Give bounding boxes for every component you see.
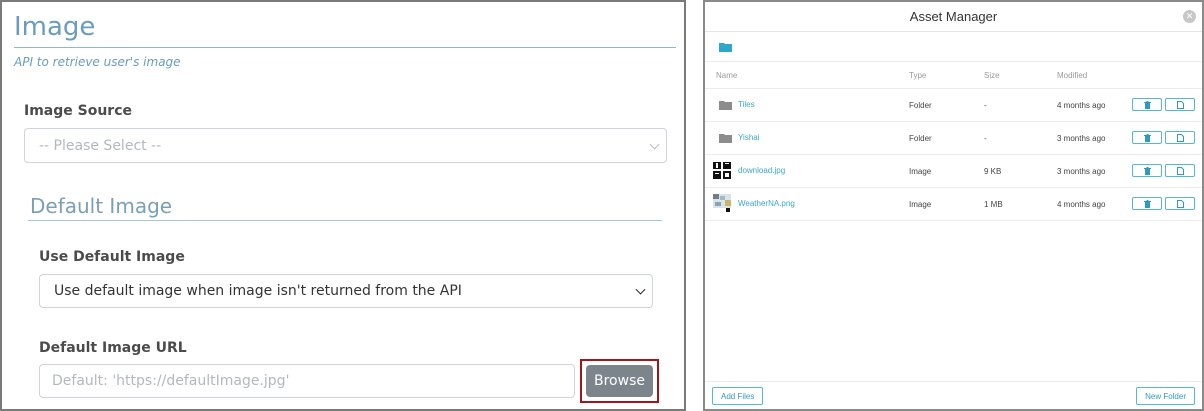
- asset-modified: 4 months ago: [1057, 101, 1106, 110]
- asset-manager-dialog: Asset Manager ✕ Name Type Size Modified …: [703, 0, 1204, 411]
- asset-modified: 3 months ago: [1057, 167, 1106, 176]
- delete-button[interactable]: [1132, 164, 1162, 177]
- trash-icon: [1144, 101, 1151, 109]
- folder-icon: [719, 101, 732, 110]
- asset-name-link[interactable]: Yishai: [738, 133, 760, 142]
- table-row: WeatherNA.png Image 1 MB 4 months ago: [705, 188, 1202, 221]
- file-icon: [1177, 101, 1184, 109]
- file-icon: [1177, 134, 1184, 142]
- use-default-image-label: Use Default Image: [39, 249, 185, 265]
- delete-button[interactable]: [1132, 197, 1162, 210]
- file-icon: [1177, 200, 1184, 208]
- asset-manager-header: Asset Manager ✕: [705, 2, 1202, 32]
- asset-name-link[interactable]: download.jpg: [738, 166, 785, 175]
- asset-name-link[interactable]: WeatherNA.png: [738, 199, 795, 208]
- folder-breadcrumb-bar: [705, 32, 1202, 62]
- title-divider: [14, 47, 676, 48]
- use-default-image-value: Use default image when image isn't retur…: [54, 283, 462, 299]
- asset-manager-title: Asset Manager: [909, 9, 998, 24]
- image-thumbnail-icon: [713, 194, 731, 212]
- browse-highlight: Browse: [580, 359, 659, 403]
- file-icon: [1177, 167, 1184, 175]
- page-subtitle: API to retrieve user's image: [14, 55, 181, 69]
- folder-icon: [719, 134, 732, 143]
- asset-name-link[interactable]: Tiles: [738, 100, 755, 109]
- asset-type: Folder: [909, 101, 932, 110]
- open-file-button[interactable]: [1165, 131, 1195, 144]
- page-title: Image: [14, 12, 96, 42]
- image-thumbnail-icon: [713, 161, 731, 179]
- asset-size: -: [984, 134, 987, 143]
- default-image-url-label: Default Image URL: [39, 340, 187, 356]
- asset-size: -: [984, 101, 987, 110]
- asset-manager-footer: Add Files New Folder: [705, 381, 1202, 409]
- column-header-type: Type: [909, 71, 927, 80]
- default-image-section-title: Default Image: [30, 194, 173, 218]
- asset-modified: 4 months ago: [1057, 200, 1106, 209]
- image-source-select[interactable]: -- Please Select --: [24, 128, 667, 163]
- default-image-url-input[interactable]: [39, 364, 575, 398]
- column-header-size: Size: [984, 71, 1000, 80]
- add-files-button[interactable]: Add Files: [712, 387, 764, 405]
- open-file-button[interactable]: [1165, 197, 1195, 210]
- asset-type: Folder: [909, 134, 932, 143]
- browse-button[interactable]: Browse: [586, 365, 653, 397]
- table-header: Name Type Size Modified: [705, 62, 1202, 89]
- trash-icon: [1144, 200, 1151, 208]
- asset-size: 9 KB: [984, 167, 1002, 176]
- image-settings-panel: Image API to retrieve user's image Image…: [0, 0, 686, 411]
- new-folder-button[interactable]: New Folder: [1136, 387, 1195, 405]
- open-file-button[interactable]: [1165, 164, 1195, 177]
- asset-size: 1 MB: [984, 200, 1003, 209]
- trash-icon: [1144, 167, 1151, 175]
- column-header-modified: Modified: [1057, 71, 1088, 80]
- asset-type: Image: [909, 200, 932, 209]
- asset-table: Name Type Size Modified Tiles Folder - 4…: [705, 62, 1202, 221]
- open-file-button[interactable]: [1165, 98, 1195, 111]
- folder-icon[interactable]: [719, 42, 732, 52]
- trash-icon: [1144, 134, 1151, 142]
- use-default-image-select[interactable]: Use default image when image isn't retur…: [39, 274, 653, 308]
- table-row: download.jpg Image 9 KB 3 months ago: [705, 155, 1202, 188]
- asset-type: Image: [909, 167, 932, 176]
- table-row: Yishai Folder - 3 months ago: [705, 122, 1202, 155]
- chevron-down-icon: [649, 139, 660, 150]
- table-row: Tiles Folder - 4 months ago: [705, 89, 1202, 122]
- chevron-down-icon: [635, 284, 646, 295]
- section-divider: [28, 220, 662, 221]
- image-source-value: -- Please Select --: [39, 137, 162, 154]
- asset-modified: 3 months ago: [1057, 134, 1106, 143]
- close-icon[interactable]: ✕: [1183, 10, 1196, 23]
- delete-button[interactable]: [1132, 98, 1162, 111]
- column-header-name: Name: [716, 71, 738, 80]
- delete-button[interactable]: [1132, 131, 1162, 144]
- image-source-label: Image Source: [24, 103, 133, 119]
